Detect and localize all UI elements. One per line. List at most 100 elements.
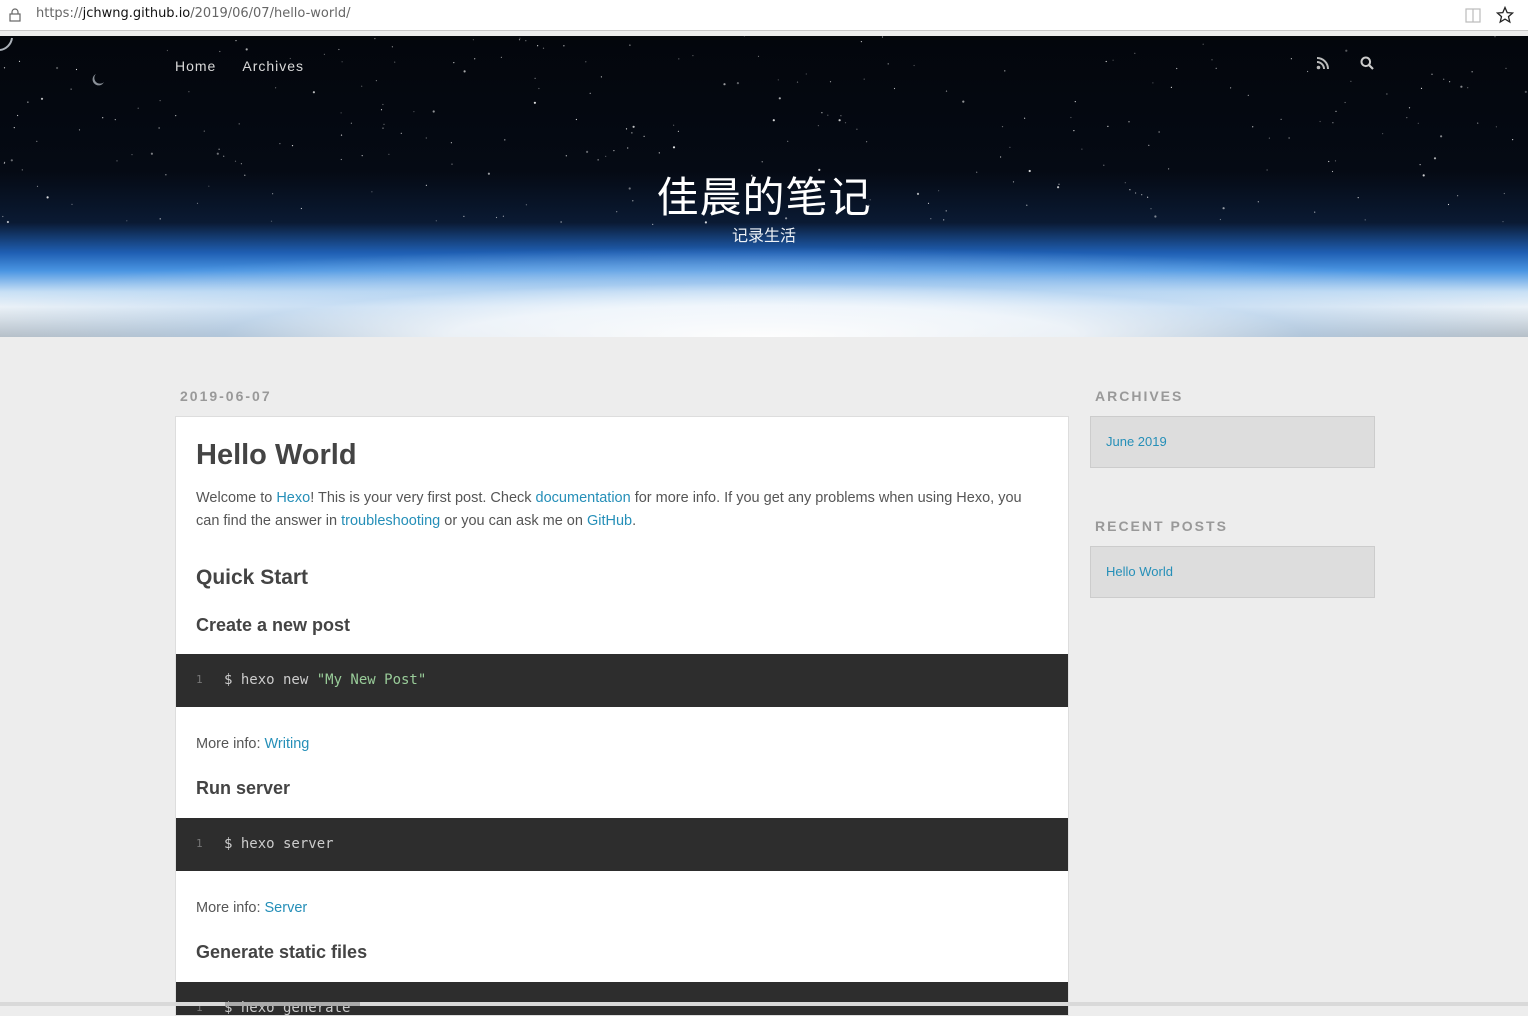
star	[840, 115, 842, 117]
star	[27, 101, 29, 103]
star	[1170, 86, 1172, 88]
url-field[interactable]: https://jchwng.github.io/2019/06/07/hell…	[36, 6, 350, 21]
star	[533, 101, 537, 104]
documentation-link[interactable]: documentation	[536, 490, 631, 506]
star	[827, 114, 829, 116]
star	[1128, 121, 1130, 123]
star	[341, 61, 343, 63]
github-link[interactable]: GitHub	[587, 513, 632, 529]
section-heading: Create a new post	[196, 615, 351, 635]
star	[887, 63, 889, 65]
star	[1443, 78, 1445, 80]
star	[1024, 117, 1026, 119]
star	[672, 146, 676, 149]
more-info-label: More info:	[196, 736, 265, 752]
reading-view-icon[interactable]	[1465, 8, 1481, 23]
star	[166, 49, 168, 52]
star	[613, 150, 615, 152]
star	[962, 100, 965, 103]
search-icon[interactable]	[1360, 56, 1375, 75]
star	[597, 159, 599, 161]
star	[391, 46, 393, 48]
star	[400, 132, 402, 134]
star	[777, 79, 779, 81]
star	[188, 91, 190, 93]
star	[1288, 137, 1290, 139]
star	[829, 81, 832, 83]
star	[500, 56, 502, 58]
star	[585, 61, 587, 63]
star	[1420, 87, 1423, 89]
horizontal-scrollbar[interactable]	[0, 1002, 1528, 1006]
site-title[interactable]: 佳晨的笔记	[0, 164, 1528, 225]
star	[340, 112, 342, 114]
star	[474, 58, 476, 60]
star	[340, 134, 343, 136]
star	[772, 119, 775, 122]
star	[1074, 101, 1076, 103]
archives-widget-title: ARCHIVES	[1095, 388, 1184, 404]
writing-link[interactable]: Writing	[265, 736, 310, 752]
star	[78, 129, 81, 131]
star	[131, 154, 133, 156]
star	[627, 147, 629, 149]
star	[374, 38, 376, 40]
star	[1417, 122, 1419, 124]
star	[13, 127, 15, 129]
code-line: $ hexo new "My New Post"	[224, 672, 426, 688]
star	[673, 124, 675, 126]
star	[893, 87, 896, 90]
star	[589, 92, 591, 94]
star	[1107, 125, 1109, 127]
archives-widget: June 2019	[1090, 416, 1375, 468]
hexo-link[interactable]: Hexo	[276, 490, 310, 506]
lock-icon	[9, 8, 21, 22]
star	[323, 53, 325, 55]
star	[1495, 126, 1497, 128]
favorite-star-icon[interactable]	[1496, 6, 1514, 24]
star	[383, 123, 385, 125]
star	[761, 161, 763, 163]
star	[463, 70, 466, 73]
star	[945, 90, 948, 92]
star	[70, 88, 72, 90]
post-date[interactable]: 2019-06-07	[180, 388, 272, 404]
archive-link-june-2019[interactable]: June 2019	[1106, 434, 1167, 449]
star	[1512, 139, 1514, 141]
star	[10, 159, 13, 162]
star	[361, 155, 363, 157]
nav-actions	[1316, 56, 1400, 75]
nav-archives-link[interactable]: Archives	[242, 58, 304, 74]
server-link[interactable]: Server	[265, 900, 308, 916]
star	[1335, 110, 1337, 112]
rss-icon[interactable]	[1316, 56, 1330, 75]
post-title[interactable]: Hello World	[196, 437, 1048, 473]
troubleshooting-link[interactable]: troubleshooting	[341, 513, 440, 529]
star	[600, 76, 603, 78]
more-info-label: More info:	[196, 900, 265, 916]
star	[388, 153, 390, 155]
star	[1345, 49, 1348, 52]
star	[678, 58, 680, 60]
star	[1280, 118, 1282, 120]
star	[1524, 90, 1527, 93]
star	[158, 127, 160, 129]
star	[1382, 133, 1384, 135]
star	[1152, 82, 1154, 84]
recent-post-link[interactable]: Hello World	[1106, 564, 1173, 579]
star	[692, 55, 694, 57]
star	[150, 152, 153, 155]
intro-text-1: Welcome to	[196, 490, 277, 506]
star	[1307, 70, 1309, 73]
star	[1215, 67, 1217, 69]
star	[1290, 58, 1292, 60]
star	[881, 36, 884, 38]
scrollbar-thumb[interactable]	[225, 1002, 360, 1006]
star	[1467, 87, 1469, 89]
star	[432, 110, 435, 113]
nav-home-link[interactable]: Home	[175, 58, 216, 74]
star	[361, 85, 363, 87]
code-block: 1 $ hexo generate	[176, 982, 1068, 1015]
star	[1073, 130, 1075, 132]
star	[312, 91, 315, 94]
